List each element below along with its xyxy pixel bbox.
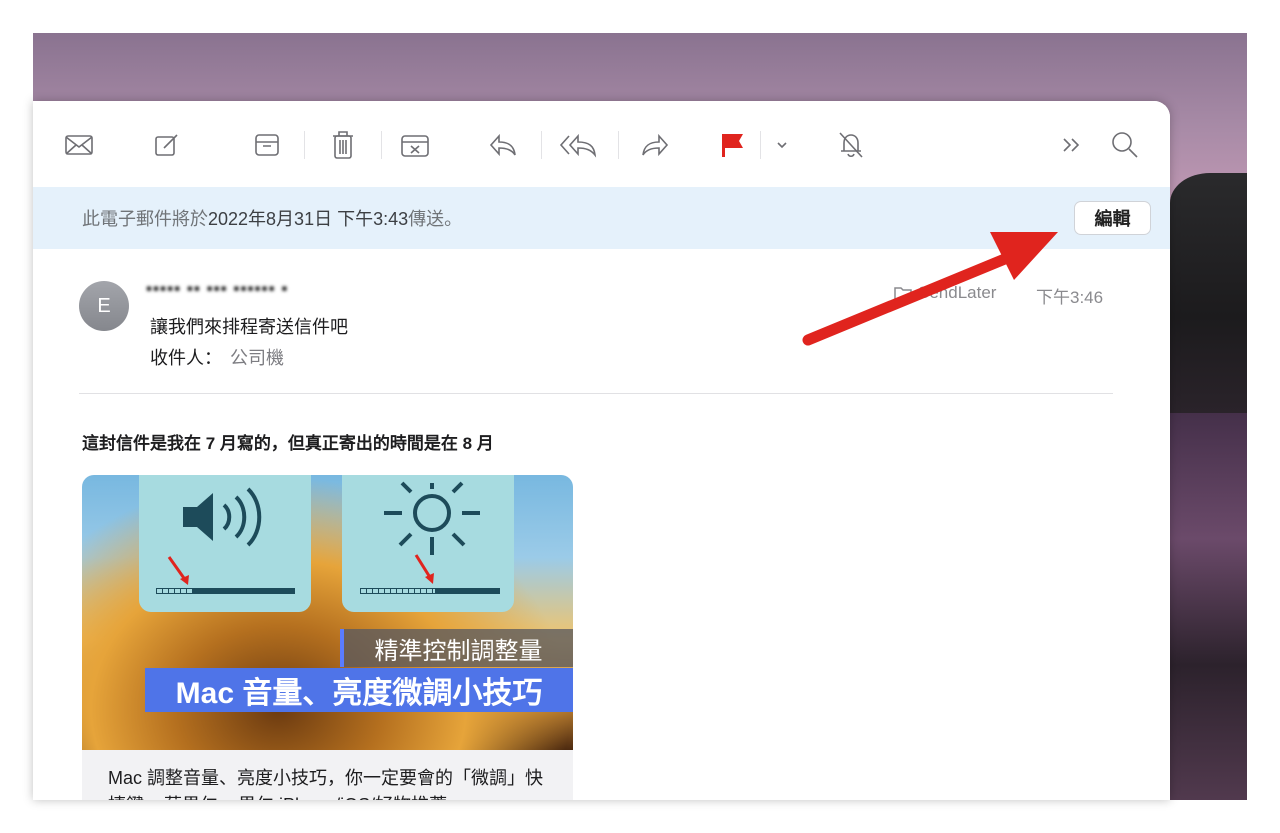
folder-icon — [894, 287, 912, 300]
preview-image: 精準控制調整量 Mac 音量、亮度微調小技巧 — [82, 475, 573, 750]
chevron-down-icon[interactable] — [771, 127, 793, 163]
avatar: E — [79, 281, 129, 331]
banner-text: 此電子郵件將於2022年8月31日 下午3:43傳送。 — [82, 205, 462, 231]
trash-icon[interactable] — [325, 127, 361, 163]
overflow-icon[interactable] — [1057, 127, 1087, 163]
volume-fine-ticks — [156, 588, 194, 594]
wallpaper-mountain — [1170, 173, 1247, 413]
mail-window: 此電子郵件將於2022年8月31日 下午3:43傳送。 編輯 E ▪▪▪▪▪ ▪… — [33, 101, 1170, 800]
archive-icon[interactable] — [249, 127, 285, 163]
toolbar — [33, 101, 1170, 187]
toolbar-separator — [304, 131, 305, 159]
to-label: 收件人： — [150, 348, 222, 368]
forward-icon[interactable] — [637, 127, 673, 163]
scheduled-send-banner: 此電子郵件將於2022年8月31日 下午3:43傳送。 編輯 — [33, 187, 1170, 249]
search-icon[interactable] — [1109, 127, 1141, 163]
header-divider — [79, 393, 1113, 394]
volume-panel — [139, 475, 311, 612]
toolbar-separator — [618, 131, 619, 159]
screenshot-frame: 此電子郵件將於2022年8月31日 下午3:43傳送。 編輯 E ▪▪▪▪▪ ▪… — [0, 0, 1280, 833]
envelope-icon[interactable] — [61, 127, 97, 163]
message-time: 下午3:46 — [1036, 288, 1104, 307]
message-subject: 讓我們來排程寄送信件吧 — [150, 317, 348, 337]
wallpaper-lake — [1170, 413, 1247, 800]
junk-icon[interactable] — [397, 127, 433, 163]
banner-suffix: 傳送。 — [408, 209, 463, 229]
brightness-panel — [342, 475, 514, 612]
message-body: 這封信件是我在 7 月寫的，但真正寄出的時間是在 8 月 — [82, 434, 494, 453]
bell-slash-icon[interactable] — [833, 127, 869, 163]
toolbar-separator — [541, 131, 542, 159]
toolbar-separator — [760, 131, 761, 159]
flag-icon[interactable] — [717, 127, 747, 163]
recipient-row: 收件人： 公司機 — [150, 344, 284, 370]
brightness-bar — [436, 588, 500, 594]
toolbar-separator — [381, 131, 382, 159]
sender-name-blurred: ▪▪▪▪▪ ▪▪ ▪▪▪ ▪▪▪▪▪▪ ▪ — [146, 279, 289, 298]
reply-all-icon[interactable] — [557, 127, 601, 163]
banner-prefix: 此電子郵件將於 — [82, 209, 208, 229]
brightness-fine-ticks — [360, 588, 436, 594]
card-headline: Mac 音量、亮度微調小技巧 — [145, 668, 573, 712]
banner-datetime: 2022年8月31日 下午3:43 — [208, 209, 409, 229]
card-tagline: 精準控制調整量 — [340, 629, 573, 667]
message-header: E ▪▪▪▪▪ ▪▪ ▪▪▪ ▪▪▪▪▪▪ ▪ 讓我們來排程寄送信件吧 收件人：… — [33, 249, 1170, 394]
volume-bar — [194, 588, 295, 594]
to-value[interactable]: 公司機 — [230, 348, 284, 368]
reply-icon[interactable] — [485, 127, 521, 163]
link-preview-card[interactable]: 精準控制調整量 Mac 音量、亮度微調小技巧 Mac 調整音量、亮度小技巧，你一… — [82, 475, 573, 800]
mailbox-name: SendLater — [918, 283, 997, 302]
edit-button[interactable]: 編輯 — [1074, 201, 1151, 235]
compose-icon[interactable] — [149, 127, 185, 163]
mailbox-label: SendLater — [894, 283, 996, 303]
card-caption: Mac 調整音量、亮度小技巧，你一定要會的「微調」快捷鍵 – 蘋果仁 – 果仁 … — [108, 768, 544, 800]
